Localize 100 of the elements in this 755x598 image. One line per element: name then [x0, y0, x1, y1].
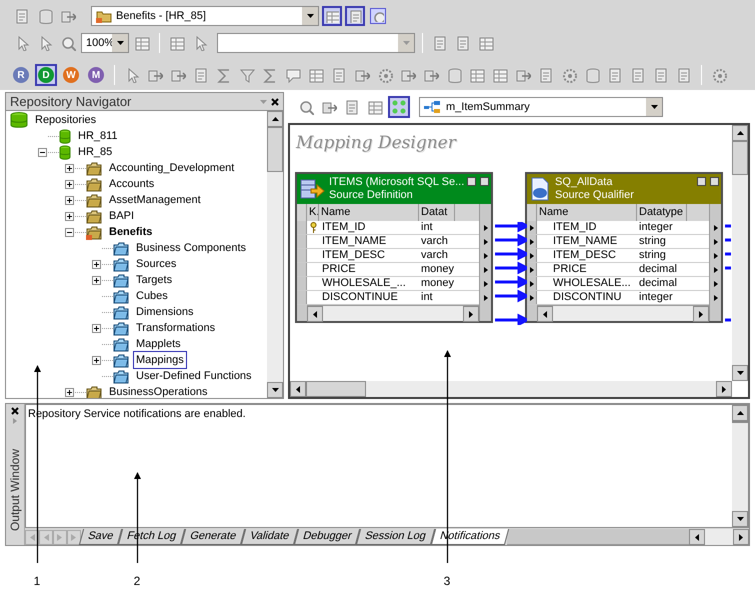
scroll-up-button[interactable] [732, 405, 748, 421]
scroll-down-button[interactable] [267, 382, 283, 398]
tree-item[interactable]: Mapplets [133, 334, 184, 354]
tree-item[interactable]: BusinessOperations [106, 382, 210, 398]
tree-item[interactable]: HR_85 [75, 142, 116, 162]
horizontal-scrollbar[interactable] [307, 305, 479, 321]
row-selector[interactable] [527, 235, 537, 248]
minimize-button[interactable] [480, 177, 489, 186]
row-selector[interactable] [527, 263, 537, 276]
scroll-right-button[interactable] [693, 306, 709, 322]
plus-icon [66, 212, 73, 220]
row-selector[interactable] [527, 249, 537, 262]
scroll-thumb[interactable] [732, 141, 748, 175]
scroll-down-button[interactable] [732, 511, 748, 527]
tree-item[interactable]: Benefits [106, 222, 156, 242]
scroll-up-button[interactable] [267, 111, 283, 127]
expand-toggle[interactable] [92, 324, 101, 332]
scroll-left-button[interactable] [307, 306, 323, 322]
expand-toggle[interactable] [65, 164, 74, 172]
tree-item[interactable]: Transformations [133, 318, 218, 338]
tree-item[interactable]: HR_811 [75, 126, 121, 146]
open-folder-icon [86, 224, 102, 240]
tree-item[interactable]: BAPI [106, 206, 138, 226]
horizontal-scrollbar[interactable] [537, 305, 709, 321]
tree-item[interactable]: User-Defined Functions [133, 366, 255, 386]
tool-button[interactable]: D [35, 64, 57, 86]
dropdown-button[interactable] [646, 98, 662, 116]
output-tab[interactable]: Debugger [294, 529, 360, 545]
horizontal-scrollbar[interactable] [290, 381, 732, 397]
scroll-thumb[interactable] [732, 421, 748, 423]
scroll-right-button[interactable] [463, 306, 479, 322]
table-cell-text: DISCONTINUE [321, 291, 399, 304]
row-selector[interactable] [527, 277, 537, 290]
scroll-thumb[interactable] [267, 127, 283, 172]
tree-item[interactable]: Accounts [106, 174, 158, 194]
scroll-thumb[interactable] [306, 381, 366, 397]
next-tab-button[interactable] [53, 530, 67, 545]
plus-icon [66, 164, 73, 172]
callout-number: 2 [132, 573, 142, 590]
collapse-toggle[interactable] [38, 148, 47, 156]
scrollbar[interactable] [732, 405, 748, 527]
tree-item[interactable]: Cubes [133, 286, 171, 306]
output-tab[interactable]: Session Log [356, 529, 435, 545]
expand-toggle[interactable] [92, 260, 101, 268]
pin-icon[interactable] [260, 100, 267, 104]
caret-icon [306, 14, 314, 18]
folder-select-value: Benefits - [HR_85] [116, 8, 206, 24]
tree-item[interactable]: Business Components [133, 238, 250, 258]
table-cell-text: PRICE [321, 263, 357, 276]
port-arrow-icon [484, 267, 488, 273]
callout-number: 3 [442, 573, 452, 590]
output-tab[interactable]: Save [78, 529, 122, 545]
tree-item[interactable]: AssetManagement [106, 190, 204, 210]
folder-icon [113, 368, 129, 384]
tree-item[interactable]: Mappings [133, 350, 187, 370]
dropdown-button[interactable] [112, 34, 128, 52]
panel-title: Output Window [7, 449, 23, 532]
close-icon[interactable] [271, 98, 279, 106]
expand-toggle[interactable] [65, 196, 74, 204]
dropdown-button[interactable] [302, 7, 318, 25]
pin-icon[interactable] [13, 418, 17, 424]
scroll-left-button[interactable] [689, 529, 705, 545]
port-arrow-icon [484, 281, 488, 287]
folder-select[interactable]: Benefits - [HR_85] [91, 6, 319, 26]
tree-item[interactable]: Dimensions [133, 302, 196, 322]
tree-item[interactable]: Targets [133, 270, 176, 290]
help-button[interactable] [467, 177, 476, 186]
expand-toggle[interactable] [92, 356, 101, 364]
table-cell-text: ITEM_DESC [321, 249, 386, 262]
row-selector[interactable] [527, 221, 537, 234]
scroll-right-button[interactable] [716, 381, 732, 397]
tree-item[interactable]: Sources [133, 254, 180, 274]
canvas-title: Mapping Designer [296, 132, 456, 155]
expand-toggle[interactable] [65, 212, 74, 220]
row-selector[interactable] [527, 291, 537, 304]
collapse-toggle[interactable] [65, 228, 74, 236]
table-cell-text: decimal [638, 277, 678, 290]
mapping-select[interactable]: m_ItemSummary [419, 97, 663, 117]
scrollbar[interactable] [732, 125, 748, 381]
caret-icon [116, 41, 124, 45]
right-arrow-icon [722, 386, 726, 392]
expand-toggle[interactable] [65, 180, 74, 188]
scroll-right-button[interactable] [733, 529, 749, 545]
first-tab-button[interactable] [25, 530, 39, 545]
scroll-up-button[interactable] [732, 125, 748, 141]
output-tab[interactable]: Validate [240, 529, 298, 545]
transformation-type: Source Qualifier [555, 189, 635, 202]
close-icon[interactable] [11, 407, 19, 415]
minimize-button[interactable] [710, 177, 719, 186]
scroll-down-button[interactable] [732, 365, 748, 381]
output-tab[interactable]: Generate [180, 529, 246, 545]
expand-toggle[interactable] [92, 276, 101, 284]
expand-toggle[interactable] [65, 388, 74, 396]
toolbar-button[interactable] [388, 96, 410, 118]
scrollbar[interactable] [267, 111, 283, 398]
scroll-left-button[interactable] [537, 306, 553, 322]
tree-item[interactable]: Accounting_Development [106, 158, 238, 178]
help-button[interactable] [697, 177, 706, 186]
tree-item[interactable]: Repositories [32, 111, 100, 130]
scroll-left-button[interactable] [290, 381, 306, 397]
